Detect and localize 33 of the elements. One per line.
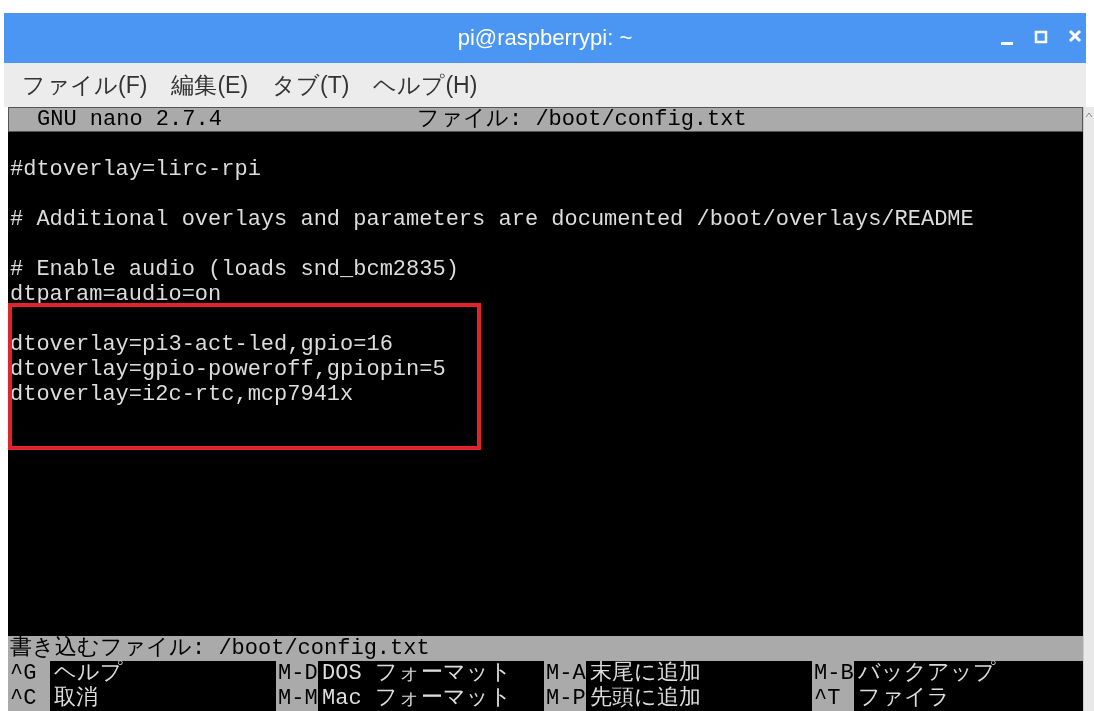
shortcut-key: M-B (812, 661, 854, 686)
shortcut-key: ^G (8, 661, 50, 686)
shortcut-key: ^T (812, 686, 854, 711)
shortcut-key: M-A (544, 661, 586, 686)
shortcut-key: M-P (544, 686, 586, 711)
code-line: dtoverlay=gpio-poweroff,gpiopin=5 (10, 357, 446, 382)
menu-item[interactable]: タブ(T) (272, 69, 350, 101)
scroll-up-icon[interactable] (1085, 111, 1093, 119)
shortcut-label: ヘルプ (53, 661, 123, 686)
shortcut-label: 取消 (53, 686, 98, 711)
shortcut-label: DOS フォーマット (321, 661, 512, 686)
window-title: pi@raspberrypi: ~ (457, 25, 633, 51)
code-line: dtoverlay=i2c-rtc,mcp7941x (10, 382, 354, 407)
code-line: #dtoverlay=lirc-rpi (10, 157, 261, 182)
shortcut-key: M-M (276, 686, 318, 711)
prompt-text[interactable]: 書き込むファイル: /boot/config.txt (10, 636, 430, 661)
scrollbar[interactable] (1083, 107, 1094, 711)
menu-item[interactable]: ヘルプ(H) (373, 69, 478, 101)
menu-item[interactable]: ファイル(F) (22, 69, 148, 101)
file-name: ファイル: /boot/config.txt (417, 108, 747, 131)
shortcut-key: ^C (8, 686, 50, 711)
shortcut-label: Mac フォーマット (321, 686, 512, 711)
shortcut-label: 先頭に追加 (589, 686, 701, 711)
code-line: # Enable audio (loads snd_bcm2835) (10, 257, 459, 282)
code-line: dtoverlay=pi3-act-led,gpio=16 (10, 332, 393, 357)
shortcut-label: バックアップ (857, 661, 996, 686)
nano-version: GNU nano 2.7.4 (36, 108, 223, 131)
code-line: dtparam=audio=on (10, 282, 222, 307)
menu-item[interactable]: 編集(E) (171, 69, 249, 101)
shortcut-label: ファイラ (857, 686, 950, 711)
shortcut-key: M-D (276, 661, 318, 686)
shortcut-label: 末尾に追加 (589, 661, 701, 686)
code-line: # Additional overlays and parameters are documented /boot/overlays/README (10, 207, 974, 232)
